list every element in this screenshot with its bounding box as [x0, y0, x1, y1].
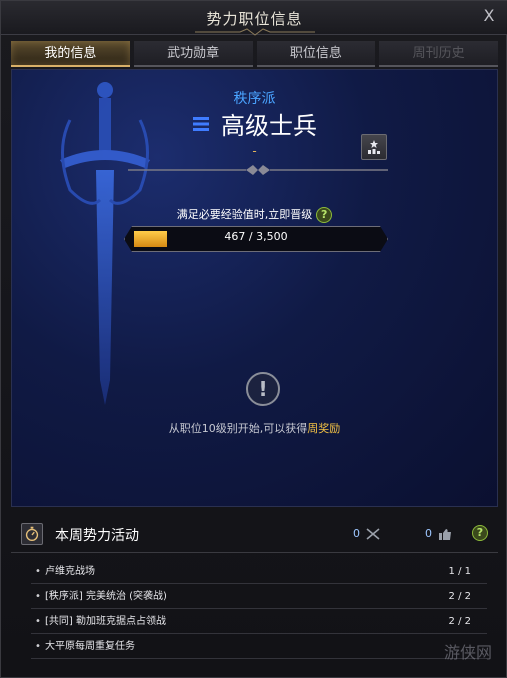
rank-ladder-button[interactable] [361, 134, 387, 160]
activity-label: [共同] 勒加班克据点占领战 [45, 616, 166, 627]
tab-merit-medal[interactable]: 武功勋章 [133, 41, 253, 67]
tab-bar: 我的信息 武功勋章 职位信息 周刊历史 [11, 41, 498, 67]
faction-rank-window: 势力职位信息 X 我的信息 武功勋章 职位信息 周刊历史 秩序派 高级士兵 - … [0, 0, 507, 678]
thumbs-up-icon [438, 529, 451, 540]
like-count: 0 [425, 527, 432, 540]
list-bullet: • [35, 616, 41, 627]
title-bar[interactable]: 势力职位信息 X [1, 1, 507, 36]
my-info-panel: 秩序派 高级士兵 - 满足必要经验值时,立即晋级? 467 / 3,500 ! … [11, 69, 498, 507]
weekly-activity-header: 本周势力活动 0 0 ? [11, 515, 498, 553]
ornamental-divider [128, 165, 388, 175]
rank-ladder-icon [368, 140, 380, 154]
weekly-reward-notice: 从职位10级别开始,可以获得周奖励 [12, 420, 497, 436]
xp-progress-bar: 467 / 3,500 [124, 226, 388, 252]
rank-subtext: - [252, 144, 257, 158]
tab-rank-info[interactable]: 职位信息 [256, 41, 376, 67]
list-bullet: • [35, 566, 41, 577]
list-bullet: • [35, 591, 41, 602]
rank-row: 高级士兵 [12, 106, 497, 141]
stopwatch-icon [21, 523, 43, 545]
close-button[interactable]: X [480, 7, 498, 25]
promotion-hint: 满足必要经验值时,立即晋级? [12, 206, 497, 223]
weekly-activity-section: 本周势力活动 0 0 ? • 卢维克战场 1 / 1 • [秩序派] 完美统治 … [11, 515, 498, 675]
title-ornament-icon [194, 28, 315, 36]
tab-my-info[interactable]: 我的信息 [11, 41, 130, 67]
xp-bar-text: 467 / 3,500 [224, 230, 288, 243]
promotion-hint-text: 满足必要经验值时,立即晋级 [176, 208, 313, 221]
activity-progress: 1 / 1 [448, 566, 471, 577]
window-title: 势力职位信息 [206, 10, 303, 28]
exclamation-icon: ! [246, 372, 280, 406]
watermark: 游侠网 [443, 643, 492, 662]
list-item: • 卢维克战场 1 / 1 [31, 559, 487, 584]
battle-counter: 0 [353, 527, 380, 540]
faction-name: 秩序派 [233, 91, 276, 107]
list-item: • [共同] 勒加班克据点占领战 2 / 2 [31, 609, 487, 634]
xp-help-button[interactable]: ? [316, 207, 333, 223]
rank-title: 高级士兵 [221, 112, 318, 140]
activity-progress: 2 / 2 [448, 616, 471, 627]
list-item: • [秩序派] 完美统治 (突袭战) 2 / 2 [31, 584, 487, 609]
tab-weekly-history[interactable]: 周刊历史 [379, 41, 498, 67]
like-counter: 0 [425, 527, 452, 540]
weekly-reward-link: 周奖励 [307, 422, 341, 435]
list-bullet: • [35, 641, 41, 652]
rank-stripes-icon [192, 116, 209, 131]
notice-text: 从职位10级别开始,可以获得 [168, 422, 308, 435]
weekly-activity-list: • 卢维克战场 1 / 1 • [秩序派] 完美统治 (突袭战) 2 / 2 •… [31, 559, 487, 659]
list-item: • 大平原每周重复任务 [31, 634, 487, 659]
activity-progress: 2 / 2 [448, 591, 471, 602]
crossed-swords-icon [365, 528, 380, 540]
weekly-help-button[interactable]: ? [472, 525, 488, 541]
activity-label: [秩序派] 完美统治 (突袭战) [45, 591, 167, 602]
battle-count: 0 [353, 527, 360, 540]
activity-label: 卢维克战场 [45, 566, 95, 577]
weekly-activity-title: 本周势力活动 [55, 528, 139, 544]
activity-label: 大平原每周重复任务 [45, 641, 135, 652]
